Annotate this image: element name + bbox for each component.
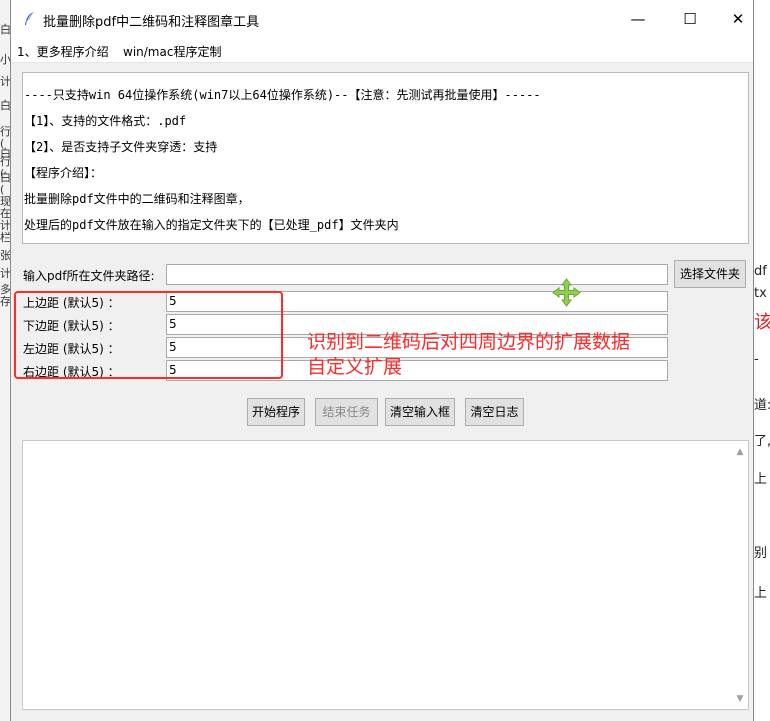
bg-text-fragment: 该 xyxy=(754,312,770,333)
maximize-button[interactable]: ☐ xyxy=(667,0,713,38)
bg-text-fragment: 道: xyxy=(754,398,770,413)
title-bar[interactable]: 批量删除pdf中二维码和注释图章工具 — ☐ ✕ xyxy=(11,0,753,38)
bg-text-fragment: 上 xyxy=(754,586,768,601)
bg-text-fragment: 了, xyxy=(754,434,770,449)
info-line: 处理后的pdf文件放在输入的指定文件夹下的【已处理_pdf】文件夹内 xyxy=(24,218,399,232)
scroll-up-arrow-icon[interactable]: ▲ xyxy=(734,446,746,458)
info-line: ----只支持win 64位操作系统(win7以上64位操作系统)--【注意：先… xyxy=(24,88,541,102)
close-button[interactable]: ✕ xyxy=(715,0,761,38)
background-window-right: df tx 该 - 道: 了, 上 别 上 xyxy=(752,0,770,721)
bg-text-fragment: 上 xyxy=(754,472,768,487)
annotation-highlight-box xyxy=(14,291,283,379)
app-window: 批量删除pdf中二维码和注释图章工具 — ☐ ✕ 1、更多程序介绍 win/ma… xyxy=(10,0,754,721)
clear-input-button[interactable]: 清空输入框 xyxy=(385,398,455,426)
info-line: 【2】、是否支持子文件夹穿透：支持 xyxy=(24,140,218,154)
stop-task-button[interactable]: 结束任务 xyxy=(315,398,378,426)
annotation-line: 自定义扩展 xyxy=(307,356,403,378)
window-title: 批量删除pdf中二维码和注释图章工具 xyxy=(43,15,260,30)
info-text-panel: ----只支持win 64位操作系统(win7以上64位操作系统)--【注意：先… xyxy=(22,72,749,244)
log-textarea[interactable] xyxy=(22,440,749,710)
start-program-button[interactable]: 开始程序 xyxy=(247,398,305,426)
minimize-button[interactable]: — xyxy=(615,0,661,38)
feather-icon xyxy=(25,12,34,25)
info-line: 批量删除pdf文件中的二维码和注释图章， xyxy=(24,192,250,206)
info-line: 【程序介绍】： xyxy=(24,166,103,180)
move-cursor-icon xyxy=(552,278,581,307)
bg-text-fragment: tx xyxy=(754,286,767,301)
annotation-line: 识别到二维码后对四周边界的扩展数据 xyxy=(307,331,631,353)
folder-path-label: 输入pdf所在文件夹路径: xyxy=(23,269,155,283)
clear-log-button[interactable]: 清空日志 xyxy=(465,398,524,426)
bg-text-fragment: df xyxy=(754,264,767,279)
menu-bar: 1、更多程序介绍 win/mac程序定制 xyxy=(11,38,753,63)
menu-item-custom-dev[interactable]: win/mac程序定制 xyxy=(123,43,221,60)
menu-item-program-intro[interactable]: 1、更多程序介绍 xyxy=(17,43,109,60)
bg-text-fragment: - xyxy=(754,352,759,367)
folder-path-input[interactable] xyxy=(166,264,668,285)
info-line: 【1】、支持的文件格式：.pdf xyxy=(24,114,187,128)
scroll-down-arrow-icon[interactable]: ▼ xyxy=(734,693,746,705)
bg-text-fragment: 别 xyxy=(754,546,768,561)
choose-folder-button[interactable]: 选择文件夹 xyxy=(674,260,746,288)
annotation-text: 识别到二维码后对四周边界的扩展数据 自定义扩展 xyxy=(307,330,630,380)
